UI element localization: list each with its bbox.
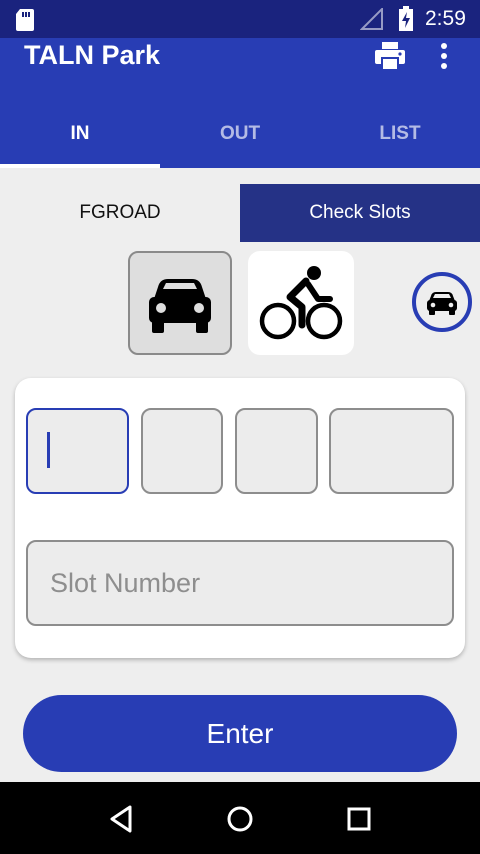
slot-number-input[interactable] bbox=[26, 540, 454, 626]
tab-out[interactable]: OUT bbox=[160, 110, 320, 166]
car-icon bbox=[427, 292, 457, 315]
enter-button[interactable]: Enter bbox=[23, 695, 457, 772]
signal-icon bbox=[360, 8, 383, 30]
bicycle-icon bbox=[259, 266, 343, 340]
tab-indicator bbox=[0, 164, 160, 168]
clock: 2:59 bbox=[425, 7, 466, 30]
battery-charging-icon bbox=[399, 6, 413, 31]
plate-field-4[interactable] bbox=[329, 408, 454, 494]
tab-list[interactable]: LIST bbox=[320, 110, 480, 166]
print-icon[interactable] bbox=[372, 38, 408, 74]
vehicle-type-bike-button[interactable] bbox=[248, 251, 354, 355]
more-vert-icon[interactable] bbox=[432, 40, 456, 72]
vehicle-mode-button[interactable] bbox=[412, 272, 472, 332]
vehicle-type-car-button[interactable] bbox=[128, 251, 232, 355]
app-title: TALN Park bbox=[24, 40, 161, 70]
plate-field-2[interactable] bbox=[141, 408, 223, 494]
text-cursor bbox=[47, 432, 50, 468]
status-bar: 2:59 bbox=[0, 0, 480, 38]
navigation-bar bbox=[0, 782, 480, 854]
check-slots-button[interactable]: Check Slots bbox=[240, 184, 480, 242]
recents-icon[interactable] bbox=[346, 806, 372, 832]
tab-in[interactable]: IN bbox=[0, 110, 160, 166]
car-icon bbox=[149, 279, 211, 333]
entry-card bbox=[15, 378, 465, 658]
home-icon[interactable] bbox=[225, 804, 255, 834]
back-icon[interactable] bbox=[106, 804, 136, 834]
plate-field-3[interactable] bbox=[235, 408, 318, 494]
plate-field-1[interactable] bbox=[26, 408, 129, 494]
app-bar: TALN Park IN OUT LIST bbox=[0, 38, 480, 168]
location-label: FGROAD bbox=[79, 202, 161, 223]
sd-card-icon bbox=[16, 9, 34, 31]
